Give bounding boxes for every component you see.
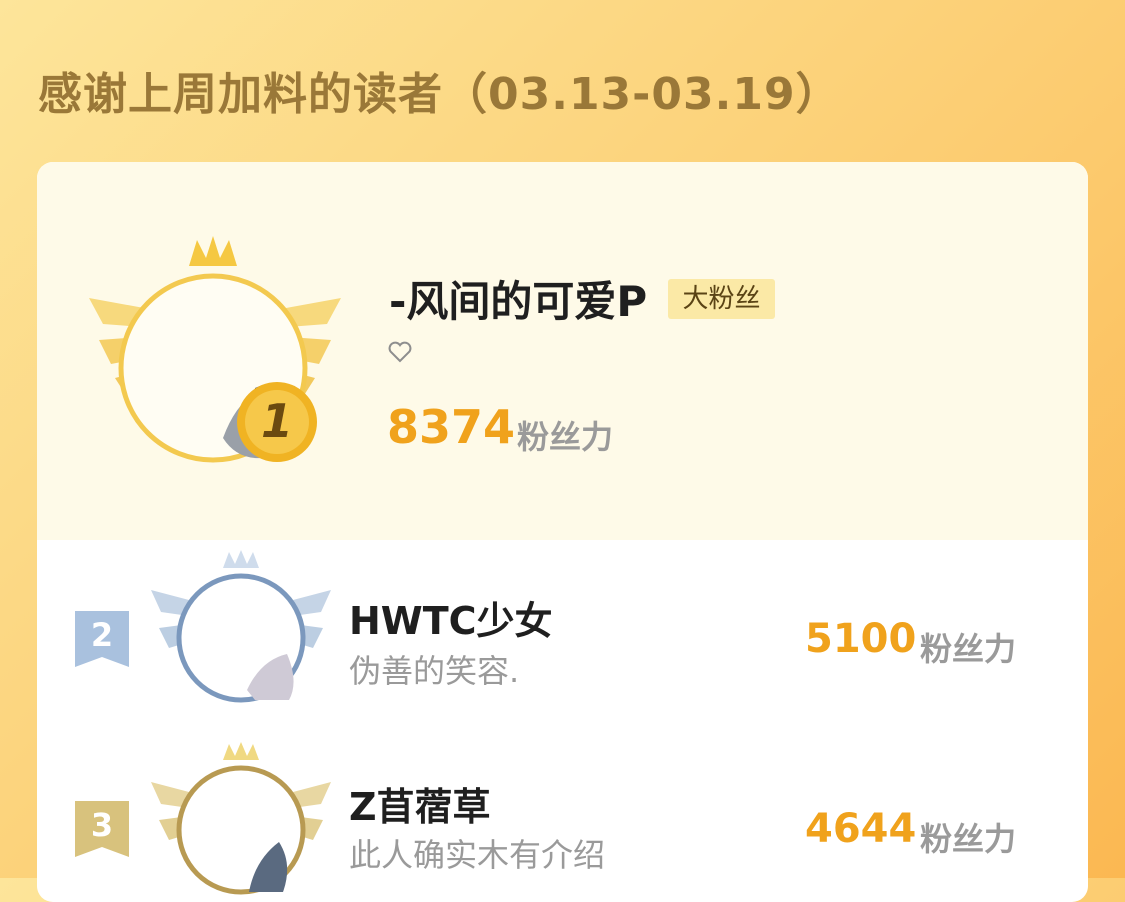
row-2-signature: 伪善的笑容. <box>349 652 520 690</box>
avatar-frame-3[interactable] <box>149 742 333 902</box>
row-2-score-unit: 粉丝力 <box>920 630 1017 668</box>
heart-outline-icon <box>387 340 413 368</box>
first-place-avatar-frame[interactable]: 1 <box>85 228 345 478</box>
rank-medal-1: 1 <box>260 394 293 448</box>
first-place-score-unit: 粉丝力 <box>517 418 614 456</box>
first-place-entry[interactable]: 1 -风间的可爱P 大粉丝 8374 粉丝力 <box>37 162 1088 540</box>
rank-number-3: 3 <box>90 806 114 844</box>
leaderboard-row-2[interactable]: 2 HWTC少女 伪善的笑容. 5100 粉丝力 <box>37 540 1088 730</box>
row-3-name[interactable]: Z苜蓿草 <box>349 776 491 831</box>
avatar-frame-2[interactable] <box>149 550 333 716</box>
row-3-score-unit: 粉丝力 <box>920 820 1017 858</box>
big-fan-badge: 大粉丝 <box>668 279 775 319</box>
bronze-wreath-icon <box>151 742 331 895</box>
leaderboard-card: 1 -风间的可爱P 大粉丝 8374 粉丝力 2 HWTC少女 伪善的笑容. 5… <box>37 162 1088 902</box>
first-place-name[interactable]: -风间的可爱P <box>389 268 647 329</box>
rank-number-2: 2 <box>90 616 114 654</box>
row-3-signature: 此人确实木有介绍 <box>349 836 606 874</box>
first-place-score: 8374 <box>387 400 516 454</box>
leaderboard-row-3[interactable]: 3 Z苜蓿草 此人确实木有介绍 4644 粉丝力 <box>37 730 1088 902</box>
row-2-name[interactable]: HWTC少女 <box>349 590 553 645</box>
silver-wreath-icon <box>151 550 331 703</box>
row-3-score: 4644 <box>805 806 917 852</box>
row-2-score: 5100 <box>805 616 917 662</box>
page-title: 感谢上周加料的读者（03.13-03.19） <box>38 69 841 120</box>
gold-wreath-icon <box>89 236 341 463</box>
